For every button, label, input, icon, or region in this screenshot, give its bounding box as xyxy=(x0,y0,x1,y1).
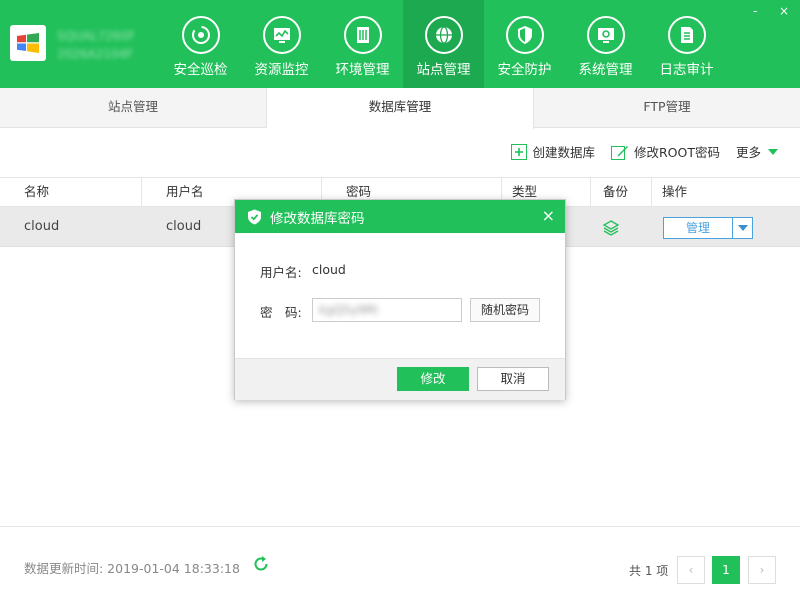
more-dropdown[interactable]: 更多 xyxy=(736,142,778,161)
edit-icon xyxy=(610,145,628,160)
next-page-button[interactable]: › xyxy=(748,556,776,584)
create-database-label: 创建数据库 xyxy=(532,145,595,160)
edit-root-password-button[interactable]: 修改ROOT密码 xyxy=(610,142,720,161)
globe-icon xyxy=(424,16,463,54)
windows-logo-icon xyxy=(17,33,39,53)
update-time: 数据更新时间: 2019-01-04 18:33:18 xyxy=(24,561,240,576)
confirm-button[interactable]: 修改 xyxy=(397,367,469,391)
username-label: 用户名: xyxy=(260,265,302,280)
app-name: SQUAL7260F 2026A2104F xyxy=(57,29,136,61)
total-count: 共 1 项 xyxy=(629,564,669,578)
dialog-title: 修改数据库密码 xyxy=(270,210,365,227)
nav-item-environment[interactable]: 环境管理 xyxy=(322,0,403,88)
random-password-button[interactable]: 随机密码 xyxy=(470,298,540,322)
username-value: cloud xyxy=(312,262,346,277)
cell-name: cloud xyxy=(24,219,60,234)
dialog-header: 修改数据库密码 × xyxy=(235,200,565,233)
app-header: SQUAL7260F 2026A2104F 安全巡检 资源监控 环境管理 站点管… xyxy=(0,0,800,88)
shield-check-icon xyxy=(248,209,261,224)
create-database-button[interactable]: 创建数据库 xyxy=(511,142,595,161)
manage-dropdown-toggle[interactable] xyxy=(733,218,752,238)
refresh-icon[interactable] xyxy=(252,555,270,573)
edit-root-password-label: 修改ROOT密码 xyxy=(633,145,720,160)
log-icon xyxy=(667,16,706,54)
scan-icon xyxy=(181,16,220,54)
nav-item-resource-monitor[interactable]: 资源监控 xyxy=(241,0,322,88)
plus-icon xyxy=(511,143,528,160)
nav-item-site-management[interactable]: 站点管理 xyxy=(403,0,484,88)
nav-item-security-protection[interactable]: 安全防护 xyxy=(484,0,565,88)
nav-item-log-audit[interactable]: 日志审计 xyxy=(646,0,727,88)
password-label: 密 码: xyxy=(260,305,302,320)
manage-split-button: 管理 xyxy=(663,217,753,239)
manage-button[interactable]: 管理 xyxy=(664,218,733,238)
monitor-icon xyxy=(262,16,301,54)
app-logo xyxy=(10,25,46,61)
column-header-actions: 操作 xyxy=(662,184,688,199)
nav-item-system-management[interactable]: 系统管理 xyxy=(565,0,646,88)
toolbar: 创建数据库 修改ROOT密码 更多 xyxy=(495,142,778,161)
column-header-backup[interactable]: 备份 xyxy=(591,178,652,206)
subtab-bar: 站点管理 数据库管理 FTP管理 xyxy=(0,88,800,129)
nav-item-security-inspection[interactable]: 安全巡检 xyxy=(160,0,241,88)
password-value: kgQ5y9Rt xyxy=(319,303,379,317)
edit-db-password-dialog: 修改数据库密码 × 用户名: cloud 密 码: kgQ5y9Rt 随机密码 … xyxy=(234,199,566,400)
column-header-name[interactable]: 名称 xyxy=(0,178,142,206)
tab-site-management[interactable]: 站点管理 xyxy=(0,88,267,128)
more-label: 更多 xyxy=(735,145,761,160)
dialog-close-button[interactable]: × xyxy=(542,206,555,226)
server-icon xyxy=(343,16,382,54)
backup-layers-icon[interactable] xyxy=(602,219,620,237)
settings-icon xyxy=(586,16,625,54)
page-button-current[interactable]: 1 xyxy=(712,556,740,584)
footer: 数据更新时间: 2019-01-04 18:33:18 共 1 项 ‹ 1 › xyxy=(0,526,800,600)
close-window-button[interactable]: × xyxy=(779,4,789,18)
dialog-footer: 修改 取消 xyxy=(235,358,565,400)
prev-page-button[interactable]: ‹ xyxy=(677,556,705,584)
cancel-button[interactable]: 取消 xyxy=(477,367,549,391)
password-input[interactable]: kgQ5y9Rt xyxy=(312,298,462,322)
main-nav: 安全巡检 资源监控 环境管理 站点管理 安全防护 系统管理 日志审计 xyxy=(160,0,727,88)
tab-ftp-management[interactable]: FTP管理 xyxy=(534,88,800,128)
shield-icon xyxy=(505,16,544,54)
minimize-button[interactable]: - xyxy=(753,4,757,18)
tab-database-management[interactable]: 数据库管理 xyxy=(267,88,534,129)
chevron-down-icon xyxy=(768,148,778,155)
caret-down-icon xyxy=(737,225,748,231)
